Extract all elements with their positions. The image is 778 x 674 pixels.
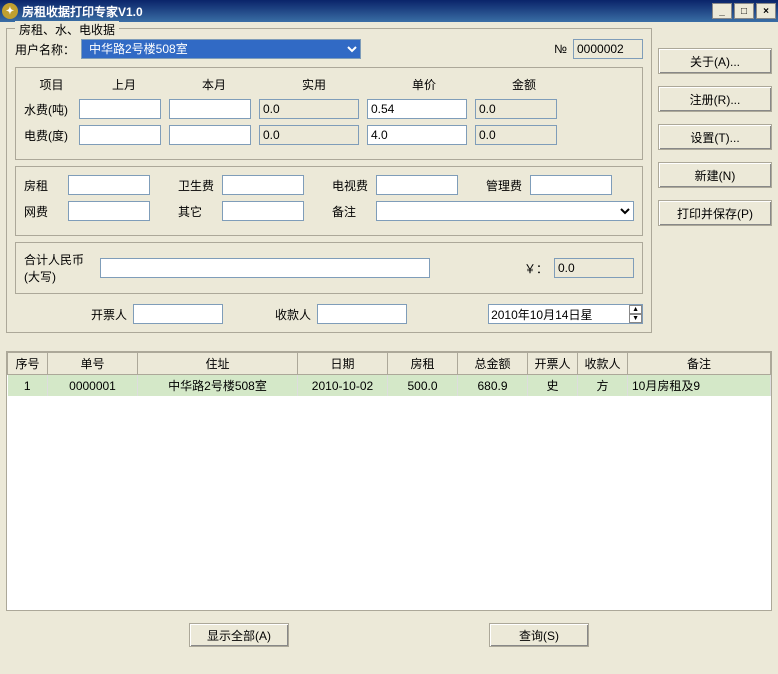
query-button[interactable]: 查询(S) [489,623,589,647]
elec-label: 电费(度) [24,127,79,144]
col-amount: 金额 [479,76,569,93]
rent-field[interactable] [68,175,150,195]
water-amount [475,99,557,119]
titlebar: ✦ 房租收据打印专家V1.0 _ □ × [0,0,778,22]
minimize-button[interactable]: _ [712,3,732,19]
elec-this[interactable] [169,125,251,145]
th-addr[interactable]: 住址 [138,353,298,375]
water-price[interactable] [367,99,467,119]
about-button[interactable]: 关于(A)... [658,48,772,74]
mgmt-label: 管理费 [486,177,526,194]
rent-label: 房租 [24,177,64,194]
printsave-button[interactable]: 打印并保存(P) [658,200,772,226]
water-row: 水费(吨) [24,99,634,119]
elec-amount [475,125,557,145]
total-num-field [554,258,634,278]
window-title: 房租收据打印专家V1.0 [22,3,712,20]
table-row[interactable]: 1 0000001 中华路2号楼508室 2010-10-02 500.0 68… [8,375,771,397]
water-label: 水费(吨) [24,101,79,118]
cell-addr: 中华路2号楼508室 [138,375,298,397]
username-combo[interactable]: 中华路2号楼508室 [81,39,361,59]
remark-combo[interactable] [376,201,634,221]
biller-field[interactable] [133,304,223,324]
payee-label: 收款人 [275,306,311,323]
th-date[interactable]: 日期 [298,353,388,375]
cell-payee: 方 [578,375,628,397]
showall-button[interactable]: 显示全部(A) [189,623,289,647]
elec-price[interactable] [367,125,467,145]
records-table: 序号 单号 住址 日期 房租 总金额 开票人 收款人 备注 1 0000001 … [7,352,771,396]
app-icon: ✦ [2,3,18,19]
net-label: 网费 [24,203,64,220]
th-total[interactable]: 总金额 [458,353,528,375]
th-biller[interactable]: 开票人 [528,353,578,375]
net-field[interactable] [68,201,150,221]
water-this[interactable] [169,99,251,119]
col-this: 本月 [169,76,259,93]
receipt-groupbox: 房租、水、电收据 用户名称： 中华路2号楼508室 № 项目 上月 本月 实用 … [6,28,652,333]
cell-no: 0000001 [48,375,138,397]
date-picker[interactable]: 2010年10月14日星 ▲ ▼ [488,304,643,324]
water-last[interactable] [79,99,161,119]
col-actual: 实用 [259,76,369,93]
tv-field[interactable] [376,175,458,195]
groupbox-legend: 房租、水、电收据 [15,21,119,38]
th-payee[interactable]: 收款人 [578,353,628,375]
biller-label: 开票人 [91,306,127,323]
th-no[interactable]: 单号 [48,353,138,375]
settings-button[interactable]: 设置(T)... [658,124,772,150]
close-button[interactable]: × [756,3,776,19]
payee-field[interactable] [317,304,407,324]
total-words-field[interactable] [100,258,430,278]
yen-label: ￥： [524,260,548,277]
total-label: 合计人民币 (大写) [24,251,94,285]
cell-seq: 1 [8,375,48,397]
fees-box: 房租 卫生费 电视费 管理费 网费 其它 [15,166,643,236]
utilities-box: 项目 上月 本月 实用 单价 金额 水费(吨) 电费(度) [15,67,643,160]
other-label: 其它 [178,203,218,220]
number-label: № [554,42,567,56]
elec-actual [259,125,359,145]
water-actual [259,99,359,119]
new-button[interactable]: 新建(N) [658,162,772,188]
cell-remark: 10月房租及9 [628,375,771,397]
table-header-row: 序号 单号 住址 日期 房租 总金额 开票人 收款人 备注 [8,353,771,375]
cell-biller: 史 [528,375,578,397]
elec-row: 电费(度) [24,125,634,145]
number-field[interactable] [573,39,643,59]
records-table-wrap[interactable]: 序号 单号 住址 日期 房租 总金额 开票人 收款人 备注 1 0000001 … [6,351,772,611]
sanitation-field[interactable] [222,175,304,195]
date-value: 2010年10月14日星 [489,306,629,323]
maximize-button[interactable]: □ [734,3,754,19]
username-label: 用户名称： [15,41,75,58]
th-remark[interactable]: 备注 [628,353,771,375]
col-last: 上月 [79,76,169,93]
date-up-icon[interactable]: ▲ [629,305,642,314]
cell-date: 2010-10-02 [298,375,388,397]
col-price: 单价 [369,76,479,93]
mgmt-field[interactable] [530,175,612,195]
th-seq[interactable]: 序号 [8,353,48,375]
th-rent[interactable]: 房租 [388,353,458,375]
sanitation-label: 卫生费 [178,177,218,194]
cell-total: 680.9 [458,375,528,397]
date-down-icon[interactable]: ▼ [629,314,642,323]
tv-label: 电视费 [332,177,372,194]
total-box: 合计人民币 (大写) ￥： [15,242,643,294]
col-item: 项目 [24,76,79,93]
register-button[interactable]: 注册(R)... [658,86,772,112]
other-field[interactable] [222,201,304,221]
cell-rent: 500.0 [388,375,458,397]
elec-last[interactable] [79,125,161,145]
remark-label: 备注 [332,203,372,220]
